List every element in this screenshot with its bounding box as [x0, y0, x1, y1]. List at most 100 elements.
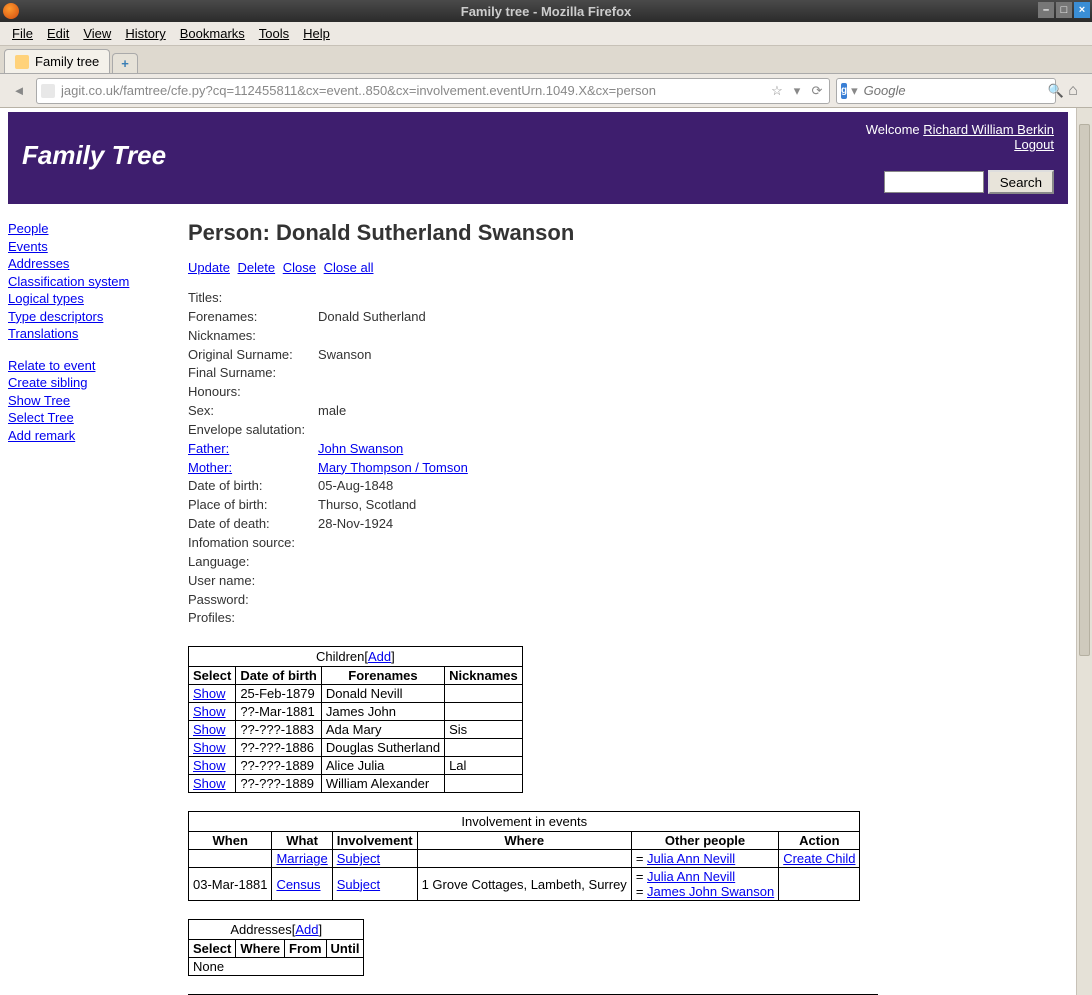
table-header: Date of birth [236, 667, 322, 685]
table-header: Forenames [321, 667, 444, 685]
search-bar[interactable]: g ▾ 🔍 [836, 78, 1056, 104]
action-close-all[interactable]: Close all [324, 260, 374, 275]
url-dropdown-icon[interactable]: ▾ [789, 83, 805, 99]
tab-label: Family tree [35, 54, 99, 69]
action-close[interactable]: Close [283, 260, 316, 275]
detail-label: Honours: [188, 383, 318, 402]
maximize-button[interactable]: □ [1056, 2, 1072, 18]
table-header: When [189, 832, 272, 850]
event-involvement-link[interactable]: Subject [337, 877, 380, 892]
menu-bookmarks[interactable]: Bookmarks [174, 24, 251, 43]
menu-tools[interactable]: Tools [253, 24, 295, 43]
sidebar-people[interactable]: People [8, 220, 168, 238]
detail-label: User name: [188, 572, 318, 591]
site-banner: Family Tree Welcome Richard William Berk… [8, 112, 1068, 204]
table-row: Show??-???-1889William Alexander [189, 775, 523, 793]
show-link[interactable]: Show [193, 740, 226, 755]
new-tab-button[interactable]: + [112, 53, 138, 73]
table-header: Where [236, 940, 285, 958]
detail-label: Forenames: [188, 308, 318, 327]
show-link[interactable]: Show [193, 722, 226, 737]
action-update[interactable]: Update [188, 260, 230, 275]
show-link[interactable]: Show [193, 686, 226, 701]
show-link[interactable]: Show [193, 758, 226, 773]
sidebar-type-descriptors[interactable]: Type descriptors [8, 308, 168, 326]
sidebar: People Events Addresses Classification s… [8, 220, 168, 995]
google-icon[interactable]: g [841, 83, 847, 99]
close-button[interactable]: × [1074, 2, 1090, 18]
url-bar[interactable]: ☆ ▾ ⟳ [36, 78, 830, 104]
menu-file[interactable]: File [6, 24, 39, 43]
table-header: From [285, 940, 327, 958]
children-add-link[interactable]: Add [368, 649, 391, 664]
menu-history[interactable]: History [119, 24, 171, 43]
home-button[interactable]: ⌂ [1062, 80, 1084, 102]
detail-label: Date of death: [188, 515, 318, 534]
menu-view[interactable]: View [77, 24, 117, 43]
detail-value: Swanson [318, 346, 371, 365]
table-header: Select [189, 940, 236, 958]
bookmark-star-icon[interactable]: ☆ [769, 83, 785, 99]
window-titlebar: Family tree - Mozilla Firefox – □ × [0, 0, 1092, 22]
event-person-link[interactable]: Julia Ann Nevill [647, 869, 735, 884]
back-button[interactable]: ◄ [8, 80, 30, 102]
favicon-icon [15, 55, 29, 69]
sidebar-classification[interactable]: Classification system [8, 273, 168, 291]
sidebar-events[interactable]: Events [8, 238, 168, 256]
reload-icon[interactable]: ⟳ [809, 83, 825, 99]
detail-label-link[interactable]: Father: [188, 441, 229, 456]
action-delete[interactable]: Delete [238, 260, 276, 275]
detail-value: 28-Nov-1924 [318, 515, 393, 534]
scrollbar-thumb[interactable] [1079, 124, 1090, 656]
addresses-none: None [189, 958, 364, 976]
table-row: Show25-Feb-1879Donald Nevill [189, 685, 523, 703]
detail-label-link[interactable]: Mother: [188, 460, 232, 475]
site-search-input[interactable] [884, 171, 984, 193]
table-row: Show??-???-1889Alice JuliaLal [189, 757, 523, 775]
show-link[interactable]: Show [193, 704, 226, 719]
table-row: 03-Mar-1881CensusSubject1 Grove Cottages… [189, 868, 860, 901]
detail-label: Date of birth: [188, 477, 318, 496]
url-input[interactable] [59, 82, 765, 99]
tab-strip: Family tree + [0, 46, 1092, 74]
detail-value-link[interactable]: John Swanson [318, 441, 403, 456]
addresses-add-link[interactable]: Add [295, 922, 318, 937]
menu-edit[interactable]: Edit [41, 24, 75, 43]
event-action-link[interactable]: Create Child [783, 851, 855, 866]
table-header: Other people [631, 832, 778, 850]
event-what-link[interactable]: Census [276, 877, 320, 892]
browser-tab[interactable]: Family tree [4, 49, 110, 73]
detail-value: Thurso, Scotland [318, 496, 416, 515]
event-person-link[interactable]: Julia Ann Nevill [647, 851, 735, 866]
event-involvement-link[interactable]: Subject [337, 851, 380, 866]
detail-label: Sex: [188, 402, 318, 421]
sidebar-select-tree[interactable]: Select Tree [8, 409, 168, 427]
table-row: MarriageSubject= Julia Ann NevillCreate … [189, 850, 860, 868]
sidebar-translations[interactable]: Translations [8, 325, 168, 343]
sidebar-relate-to-event[interactable]: Relate to event [8, 357, 168, 375]
search-dropdown-icon[interactable]: ▾ [851, 83, 858, 99]
detail-label: Nicknames: [188, 327, 318, 346]
minimize-button[interactable]: – [1038, 2, 1054, 18]
detail-value-link[interactable]: Mary Thompson / Tomson [318, 460, 468, 475]
vertical-scrollbar[interactable] [1076, 108, 1092, 995]
menu-help[interactable]: Help [297, 24, 336, 43]
user-link[interactable]: Richard William Berkin [923, 122, 1054, 137]
sidebar-create-sibling[interactable]: Create sibling [8, 374, 168, 392]
table-header: Involvement [332, 832, 417, 850]
site-search-button[interactable]: Search [988, 170, 1054, 194]
show-link[interactable]: Show [193, 776, 226, 791]
menu-bar: File Edit View History Bookmarks Tools H… [0, 22, 1092, 46]
sidebar-add-remark[interactable]: Add remark [8, 427, 168, 445]
site-identity-icon[interactable] [41, 84, 55, 98]
table-header: What [272, 832, 332, 850]
event-person-link[interactable]: James John Swanson [647, 884, 774, 899]
detail-label: Place of birth: [188, 496, 318, 515]
event-what-link[interactable]: Marriage [276, 851, 327, 866]
sidebar-addresses[interactable]: Addresses [8, 255, 168, 273]
sidebar-show-tree[interactable]: Show Tree [8, 392, 168, 410]
search-input[interactable] [862, 82, 1044, 99]
detail-value: 05-Aug-1848 [318, 477, 393, 496]
sidebar-logical-types[interactable]: Logical types [8, 290, 168, 308]
logout-link[interactable]: Logout [1014, 137, 1054, 152]
